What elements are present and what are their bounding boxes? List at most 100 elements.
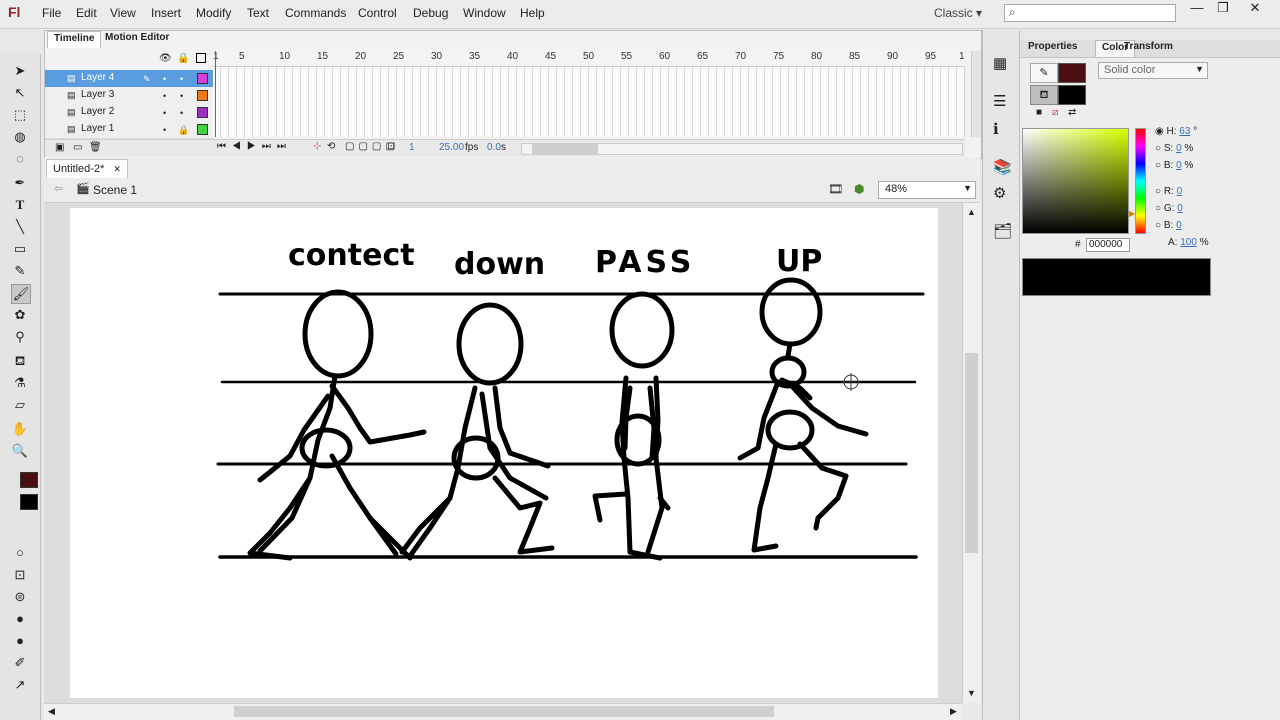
edit-scene-icon[interactable]: 🎞 — [828, 182, 843, 196]
minimize-button[interactable]: — — [1186, 0, 1208, 15]
deco-tool-icon[interactable]: ✿ — [11, 306, 29, 324]
hue-slider[interactable] — [1135, 128, 1146, 234]
brightness-row[interactable]: ○ B: 0 % — [1155, 160, 1193, 171]
stage-hscroll[interactable]: ◀ ▶ — [44, 703, 962, 720]
workspace-switcher[interactable]: Classic ▾ — [934, 6, 982, 20]
close-window-button[interactable]: ✕ — [1244, 0, 1266, 15]
layer-color-swatch[interactable] — [197, 124, 208, 135]
show-hide-all-icon[interactable]: 👁 — [159, 53, 172, 64]
lock-dot[interactable]: • — [180, 91, 183, 101]
layer-row[interactable]: ▤ Layer 3 • • — [45, 87, 213, 105]
edit-symbols-icon[interactable]: ⬢ — [854, 182, 864, 196]
scroll-thumb[interactable] — [532, 144, 598, 154]
rectangle-tool-icon[interactable]: ▭ — [11, 240, 29, 258]
layer-row[interactable]: ▤ Layer 4 ✎ • • — [45, 70, 213, 88]
layer-color-swatch[interactable] — [197, 107, 208, 118]
menu-debug[interactable]: Debug — [413, 6, 448, 20]
hex-input[interactable]: 000000 — [1086, 238, 1130, 252]
grid-panel-icon[interactable]: ▦ — [993, 54, 1007, 72]
tab-transform[interactable]: Transform — [1118, 40, 1179, 56]
menu-modify[interactable]: Modify — [196, 6, 231, 20]
3d-rotation-tool-icon[interactable]: ◍ — [11, 128, 29, 146]
lock-dot[interactable]: • — [180, 74, 183, 84]
blue-row[interactable]: ○ B: 0 — [1155, 220, 1182, 231]
back-arrow-icon[interactable]: ⇦ — [54, 182, 63, 195]
pencil-tool-icon[interactable]: ✎ — [11, 262, 29, 280]
maximize-button[interactable]: ❐ — [1212, 0, 1234, 15]
stroke-color-chip[interactable] — [1058, 63, 1086, 83]
delete-layer-icon[interactable]: 🗑 — [89, 142, 102, 153]
tab-properties[interactable]: Properties — [1022, 40, 1083, 56]
current-frame[interactable]: 1 — [409, 142, 415, 153]
scroll-thumb[interactable] — [234, 706, 774, 717]
green-row[interactable]: ○ G: 0 — [1155, 203, 1183, 214]
hand-tool-icon[interactable]: ✋ — [11, 420, 29, 438]
library-panel-icon[interactable]: 📚 — [993, 158, 1012, 176]
menu-file[interactable]: File — [42, 6, 61, 20]
stage-vscroll[interactable]: ▲ ▼ — [962, 203, 981, 703]
eyedropper-tool-icon[interactable]: ⚗ — [11, 374, 29, 392]
menu-control[interactable]: Control — [358, 6, 397, 20]
color-type-select[interactable]: Solid color ▼ — [1098, 62, 1208, 79]
timeline-vscroll[interactable] — [971, 51, 981, 137]
scroll-left-icon[interactable]: ◀ — [48, 706, 55, 717]
lock-dot[interactable]: • — [180, 108, 183, 118]
hue-row[interactable]: ◉ H: 63 ° — [1155, 126, 1197, 137]
no-color-icon[interactable]: ⧄ — [1052, 107, 1058, 118]
red-row[interactable]: ○ R: 0 — [1155, 186, 1182, 197]
align-panel-icon[interactable]: ☰ — [993, 92, 1006, 110]
object-drawing-icon[interactable]: ○ — [11, 544, 29, 562]
tab-timeline[interactable]: Timeline — [47, 31, 102, 48]
search-input[interactable]: ⌕ — [1004, 4, 1176, 22]
playhead[interactable] — [215, 51, 222, 137]
zoom-select[interactable]: 48% ▼ — [878, 181, 976, 199]
scroll-down-icon[interactable]: ▼ — [967, 688, 976, 698]
fill-color-chip[interactable] — [1058, 85, 1086, 105]
brush-tool-icon[interactable]: 🖌 — [11, 284, 31, 304]
brush-size-icon[interactable]: ● — [11, 610, 29, 628]
bone-tool-icon[interactable]: ⚲ — [11, 328, 29, 346]
close-tab-icon[interactable]: ✕ — [113, 164, 121, 174]
stroke-pencil-icon[interactable]: ✎ — [1030, 63, 1058, 83]
visibility-dot[interactable]: • — [163, 108, 166, 118]
layer-row[interactable]: ▤ Layer 1 • 🔒 — [45, 121, 213, 139]
lock-all-icon[interactable]: 🔒 — [177, 53, 189, 64]
pen-tool-icon[interactable]: ✒ — [11, 174, 29, 192]
menu-commands[interactable]: Commands — [285, 6, 346, 20]
menu-view[interactable]: View — [110, 6, 136, 20]
eraser-tool-icon[interactable]: ▱ — [11, 396, 29, 414]
tilt-icon[interactable]: ↗ — [11, 676, 29, 694]
alpha-row[interactable]: A: 100 % — [1168, 237, 1209, 248]
info-panel-icon[interactable]: ℹ — [993, 120, 999, 138]
brush-shape-icon[interactable]: ● — [11, 632, 29, 650]
new-folder-icon[interactable]: ▭ — [73, 142, 82, 153]
fill-color-swatch[interactable] — [20, 494, 38, 510]
visibility-dot[interactable]: • — [163, 74, 166, 84]
onion-markers-icon[interactable]: ⊡ — [387, 141, 395, 152]
frame-ruler[interactable]: 1 5 10 15 20 25 30 35 40 45 50 55 60 65 … — [213, 51, 965, 67]
line-tool-icon[interactable]: ╲ — [11, 218, 29, 236]
hue-slider-marker[interactable]: ▶ — [1129, 209, 1135, 218]
pressure-icon[interactable]: ✐ — [11, 654, 29, 672]
lock-fill-icon[interactable]: ⊡ — [11, 566, 29, 584]
swatches-panel-icon[interactable]: 🗂 — [993, 222, 1012, 240]
frame-rate[interactable]: 25.00 — [439, 142, 464, 153]
layer-color-swatch[interactable] — [197, 73, 208, 84]
document-tab[interactable]: Untitled-2* ✕ — [46, 159, 128, 178]
subselection-tool-icon[interactable]: ↖ — [11, 84, 29, 102]
tab-motion-editor[interactable]: Motion Editor — [99, 31, 175, 47]
menu-text[interactable]: Text — [247, 6, 269, 20]
fill-bucket-icon[interactable]: ⛾ — [1030, 85, 1058, 105]
new-layer-icon[interactable]: ▣ — [55, 142, 64, 153]
swap-colors-icon[interactable]: ⇄ — [1068, 107, 1076, 118]
scroll-thumb[interactable] — [965, 353, 978, 553]
scroll-up-icon[interactable]: ▲ — [967, 207, 976, 217]
color-field[interactable] — [1022, 128, 1129, 234]
text-tool-icon[interactable]: T — [11, 196, 29, 214]
loop-icon[interactable]: ⟲ — [327, 141, 335, 152]
center-frame-icon[interactable]: ⊹ — [313, 141, 321, 152]
zoom-tool-icon[interactable]: 🔍 — [11, 442, 29, 460]
menu-window[interactable]: Window — [463, 6, 506, 20]
menu-insert[interactable]: Insert — [151, 6, 181, 20]
timeline-hscroll[interactable] — [521, 143, 963, 155]
